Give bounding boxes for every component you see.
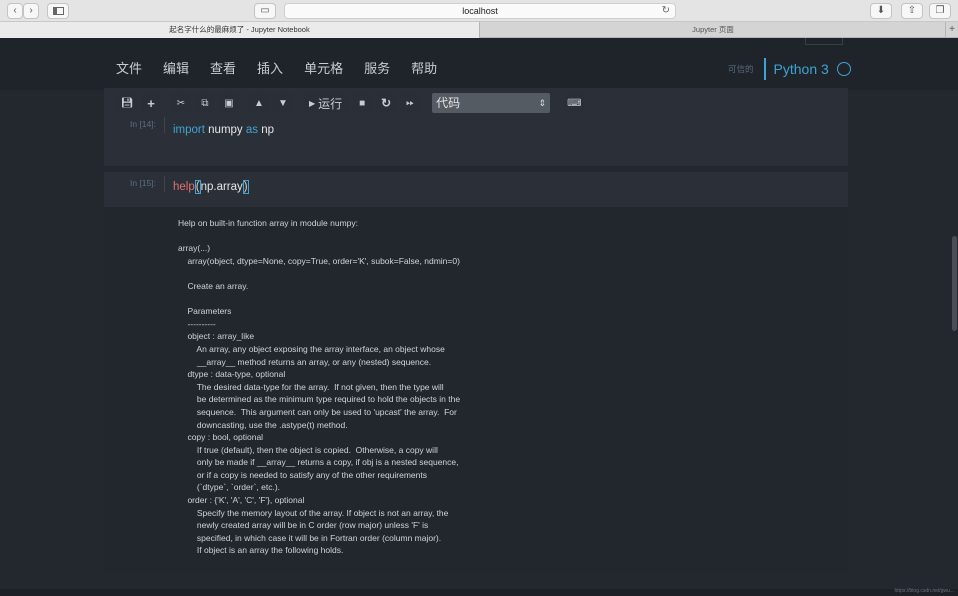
code-input[interactable]: import numpy as np (173, 124, 274, 136)
cut-button[interactable]: ✂ (171, 93, 191, 113)
page-scrollbar[interactable] (952, 236, 957, 331)
restart-button[interactable]: ↻ (376, 93, 397, 113)
share-button[interactable]: ⇧ (901, 3, 923, 19)
stop-icon: ■ (359, 97, 366, 109)
fast-forward-icon: ⏩︎ (406, 97, 415, 109)
paste-icon: ▣ (224, 97, 234, 109)
browser-toolbar: ‹ › ▭ localhost ↻ ⬇ ⇧ ❐ (0, 0, 958, 22)
menu-help[interactable]: 帮助 (411, 58, 437, 77)
keyboard-icon: ⌨ (567, 97, 582, 109)
command-palette-button[interactable]: ⌨ (564, 93, 585, 113)
tabs-icon: ▭ (260, 5, 270, 16)
show-tabs-button[interactable]: ❐ (929, 3, 951, 19)
copy-icon: ⧉ (201, 97, 209, 109)
restart-icon: ↻ (381, 96, 392, 110)
keyword-as: as (245, 124, 259, 136)
kernel-idle-icon (836, 62, 851, 76)
function-name: help (173, 181, 195, 193)
share-icon: ⇧ (907, 5, 917, 16)
move-down-button[interactable]: ▼ (273, 93, 293, 113)
notebook-header: 文件 编辑 查看 插入 单元格 服务 帮助 可信的 Python 3 (0, 38, 958, 90)
menu-view[interactable]: 查看 (210, 58, 236, 77)
help-output-text: Help on built-in function array in modul… (178, 218, 461, 556)
reload-icon[interactable]: ↻ (662, 4, 670, 18)
close-paren: ) (242, 180, 249, 194)
new-tab-button[interactable]: + (946, 22, 958, 38)
cell-gutter-line (164, 117, 165, 133)
keyword-import: import (173, 124, 205, 136)
trusted-indicator[interactable]: 可信的 (728, 63, 754, 75)
forward-button[interactable]: › (23, 3, 39, 19)
kernel-divider (763, 58, 766, 80)
arrow-down-icon: ▼ (278, 97, 288, 109)
copy-button[interactable]: ⧉ (195, 93, 215, 113)
arrow-up-icon: ▲ (254, 97, 264, 109)
notebook-toolbar: 💾︎ + ✂ ⧉ ▣ ▲ ▼ ▶ 运行 ■ ↻ ⏩︎ 代码 ⇕ ⌨ (117, 92, 589, 114)
cell-gutter-line (164, 176, 165, 192)
download-icon: ⬇ (876, 5, 886, 16)
save-button[interactable]: 💾︎ (117, 93, 137, 113)
restart-run-all-button[interactable]: ⏩︎ (400, 93, 421, 113)
address-bar[interactable]: localhost ↻ (284, 3, 676, 19)
menu-kernel[interactable]: 服务 (364, 58, 390, 77)
sidebar-toggle-button[interactable] (47, 3, 69, 19)
menu-file[interactable]: 文件 (116, 58, 142, 77)
scissors-icon: ✂ (176, 97, 186, 109)
kernel-status: 可信的 Python 3 (728, 58, 851, 80)
back-button[interactable]: ‹ (7, 3, 23, 19)
menu-cell[interactable]: 单元格 (304, 58, 343, 77)
run-button[interactable]: ▶ 运行 (303, 93, 349, 113)
browser-tab-bar: 起名字什么的最麻烦了 - Jupyter Notebook Jupyter 页面… (0, 22, 958, 38)
sidebar-icon (52, 7, 64, 15)
run-label: 运行 (318, 96, 343, 111)
paste-button[interactable]: ▣ (219, 93, 239, 113)
code-module: numpy (204, 124, 246, 136)
code-cell[interactable]: In [14]: import numpy as np (104, 113, 848, 166)
move-up-button[interactable]: ▲ (249, 93, 269, 113)
cell-type-select[interactable]: 代码 ⇕ (432, 93, 551, 113)
function-arg: np.array (200, 181, 243, 193)
menu-insert[interactable]: 插入 (257, 58, 283, 77)
insert-cell-button[interactable]: + (141, 93, 161, 113)
input-prompt: In [14]: (130, 119, 156, 129)
plus-icon: + (147, 95, 155, 111)
share-tabs-button[interactable]: ▭ (254, 3, 276, 19)
code-alias: np (258, 124, 275, 136)
cell-output: Help on built-in function array in modul… (104, 207, 848, 573)
tab-notebook[interactable]: 起名字什么的最麻烦了 - Jupyter Notebook (0, 22, 480, 38)
url-text: localhost (462, 6, 498, 16)
step-forward-icon: ▶ (309, 98, 316, 108)
kernel-name: Python 3 (773, 61, 829, 77)
code-cell[interactable]: In [15]: help(np.array) (104, 172, 848, 207)
downloads-button[interactable]: ⬇ (870, 3, 892, 19)
tab-overview-icon: ❐ (935, 5, 945, 16)
save-icon: 💾︎ (120, 97, 134, 109)
cell-type-value: 代码 (436, 96, 461, 110)
select-arrows-icon: ⇕ (538, 98, 547, 108)
interrupt-button[interactable]: ■ (352, 93, 373, 113)
input-prompt: In [15]: (130, 178, 156, 188)
menu-bar: 文件 编辑 查看 插入 单元格 服务 帮助 (116, 58, 458, 77)
watermark-text: https://blog.csdn.net/gwu... (894, 588, 954, 594)
menu-edit[interactable]: 编辑 (163, 58, 189, 77)
header-tab-indicator (805, 38, 843, 45)
page-footer (0, 589, 958, 596)
code-input[interactable]: help(np.array) (173, 180, 249, 194)
tab-jupyter-home[interactable]: Jupyter 页面 (481, 22, 946, 38)
